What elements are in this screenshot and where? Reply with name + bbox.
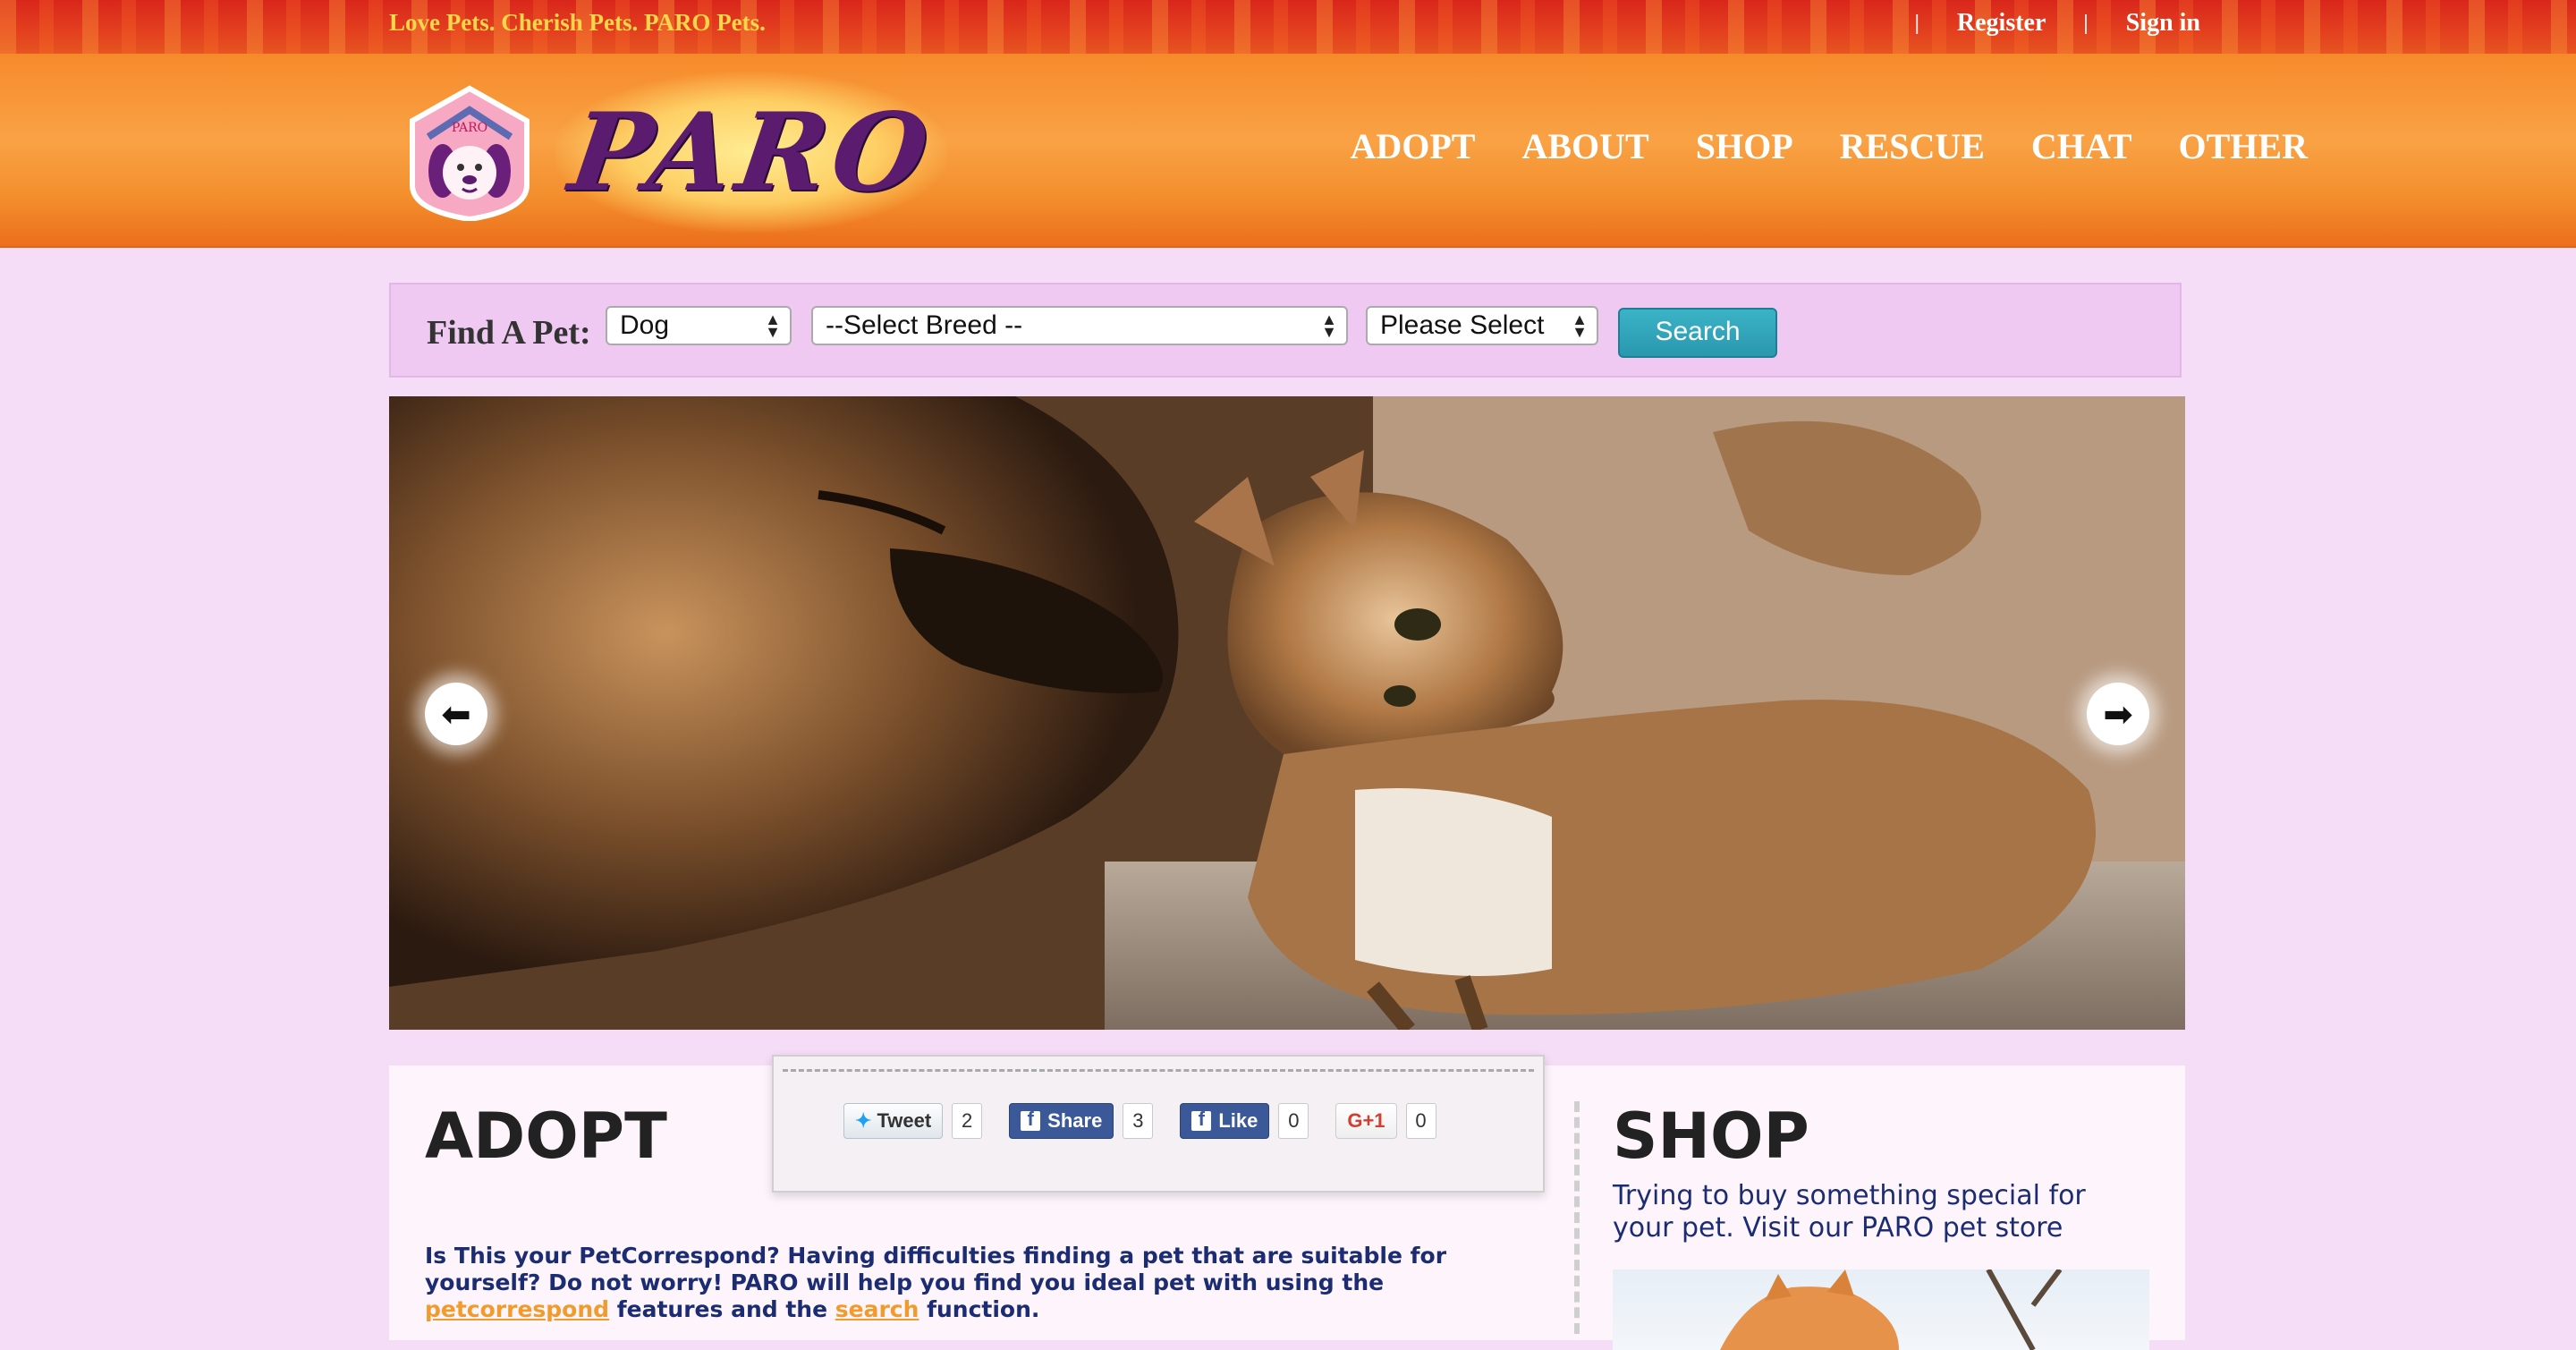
breed-select[interactable]: --Select Breed -- ▲ ▼ (811, 306, 1348, 345)
shop-description: Trying to buy something special for your… (1613, 1180, 2086, 1244)
share-buttons: ✦ Tweet 2 f Share 3 f Like 0 G+1 0 (843, 1103, 1463, 1139)
select-arrows-icon: ▲ ▼ (765, 310, 781, 341)
share-count: 3 (1123, 1103, 1154, 1139)
nav-chat[interactable]: CHAT (2031, 125, 2132, 167)
filter-value: Please Select (1380, 310, 1545, 340)
logo-badge[interactable]: PARO (407, 85, 532, 223)
slider-prev-button[interactable]: ⬅ (425, 683, 487, 745)
account-links: | Register | Sign in (1877, 9, 2200, 38)
logo-wordmark[interactable]: PARO (555, 72, 948, 233)
tweet-count: 2 (952, 1103, 983, 1139)
separator: | (1914, 11, 1919, 35)
adopt-heading: ADOPT (425, 1100, 667, 1173)
separator: | (2083, 11, 2089, 35)
signin-link[interactable]: Sign in (2126, 9, 2200, 38)
site-header: PARO PARO ADOPT ABOUT SHOP RESCUE CHAT O… (0, 54, 2576, 248)
like-count: 0 (1278, 1103, 1309, 1139)
content-section: ADOPT ✦ Tweet 2 f Share 3 f Like 0 G+1 0 (389, 1055, 2185, 1350)
hero-slider: ⬅ ➡ (389, 396, 2185, 1030)
column-divider (1574, 1101, 1580, 1334)
pet-type-select[interactable]: Dog ▲ ▼ (606, 306, 792, 345)
google-plus-button[interactable]: G+1 (1335, 1103, 1397, 1139)
slider-next-button[interactable]: ➡ (2087, 683, 2149, 745)
adopt-text-part: Is This your PetCorrespond? Having diffi… (425, 1243, 1447, 1295)
gplus-count: 0 (1405, 1103, 1436, 1139)
pet-type-value: Dog (620, 310, 670, 340)
find-pet-label: Find A Pet: (427, 314, 591, 352)
badge-text: PARO (452, 121, 487, 135)
facebook-share-button[interactable]: f Share (1009, 1103, 1114, 1139)
facebook-icon: f (1021, 1108, 1041, 1131)
select-arrows-icon: ▲ ▼ (1572, 310, 1588, 341)
find-pet-bar: Find A Pet: Dog ▲ ▼ --Select Breed -- ▲ ▼ … (389, 283, 2182, 378)
logo-text: PARO (562, 89, 941, 216)
nav-about[interactable]: ABOUT (1521, 125, 1648, 167)
gplus-label: G+1 (1347, 1109, 1385, 1132)
search-link[interactable]: search (835, 1296, 919, 1322)
filter-select[interactable]: Please Select ▲ ▼ (1366, 306, 1598, 345)
arrow-left-icon: ⬅ (441, 693, 471, 734)
tweet-button[interactable]: ✦ Tweet (843, 1103, 944, 1139)
share-widget: ✦ Tweet 2 f Share 3 f Like 0 G+1 0 (772, 1055, 1545, 1193)
breed-value: --Select Breed -- (826, 310, 1023, 340)
main-nav: ADOPT ABOUT SHOP RESCUE CHAT OTHER (1350, 125, 2576, 167)
tweet-label: Tweet (877, 1109, 932, 1132)
adopt-text-part: function. (919, 1296, 1040, 1322)
select-arrows-icon: ▲ ▼ (1321, 310, 1337, 341)
petcorrespond-link[interactable]: petcorrespond (425, 1296, 609, 1322)
adopt-description: Is This your PetCorrespond? Having diffi… (425, 1243, 1507, 1323)
share-label: Share (1047, 1109, 1103, 1132)
adopt-text-part: features and the (609, 1296, 835, 1322)
nav-shop[interactable]: SHOP (1696, 125, 1793, 167)
search-button[interactable]: Search (1618, 308, 1777, 358)
facebook-like-button[interactable]: f Like (1180, 1103, 1270, 1139)
tagline: Love Pets. Cherish Pets. PARO Pets. (389, 9, 766, 36)
facebook-icon: f (1191, 1108, 1212, 1131)
top-bar: Love Pets. Cherish Pets. PARO Pets. | Re… (0, 0, 2576, 54)
nav-adopt[interactable]: ADOPT (1350, 125, 1475, 167)
twitter-bird-icon: ✦ (855, 1109, 872, 1132)
nav-rescue[interactable]: RESCUE (1840, 125, 1985, 167)
arrow-right-icon: ➡ (2103, 693, 2133, 734)
nav-other[interactable]: OTHER (2179, 125, 2308, 167)
like-label: Like (1218, 1109, 1258, 1132)
hero-image (389, 396, 2185, 1030)
shop-heading: SHOP (1613, 1100, 1809, 1173)
shop-image[interactable] (1613, 1269, 2149, 1350)
register-link[interactable]: Register (1957, 9, 2046, 38)
